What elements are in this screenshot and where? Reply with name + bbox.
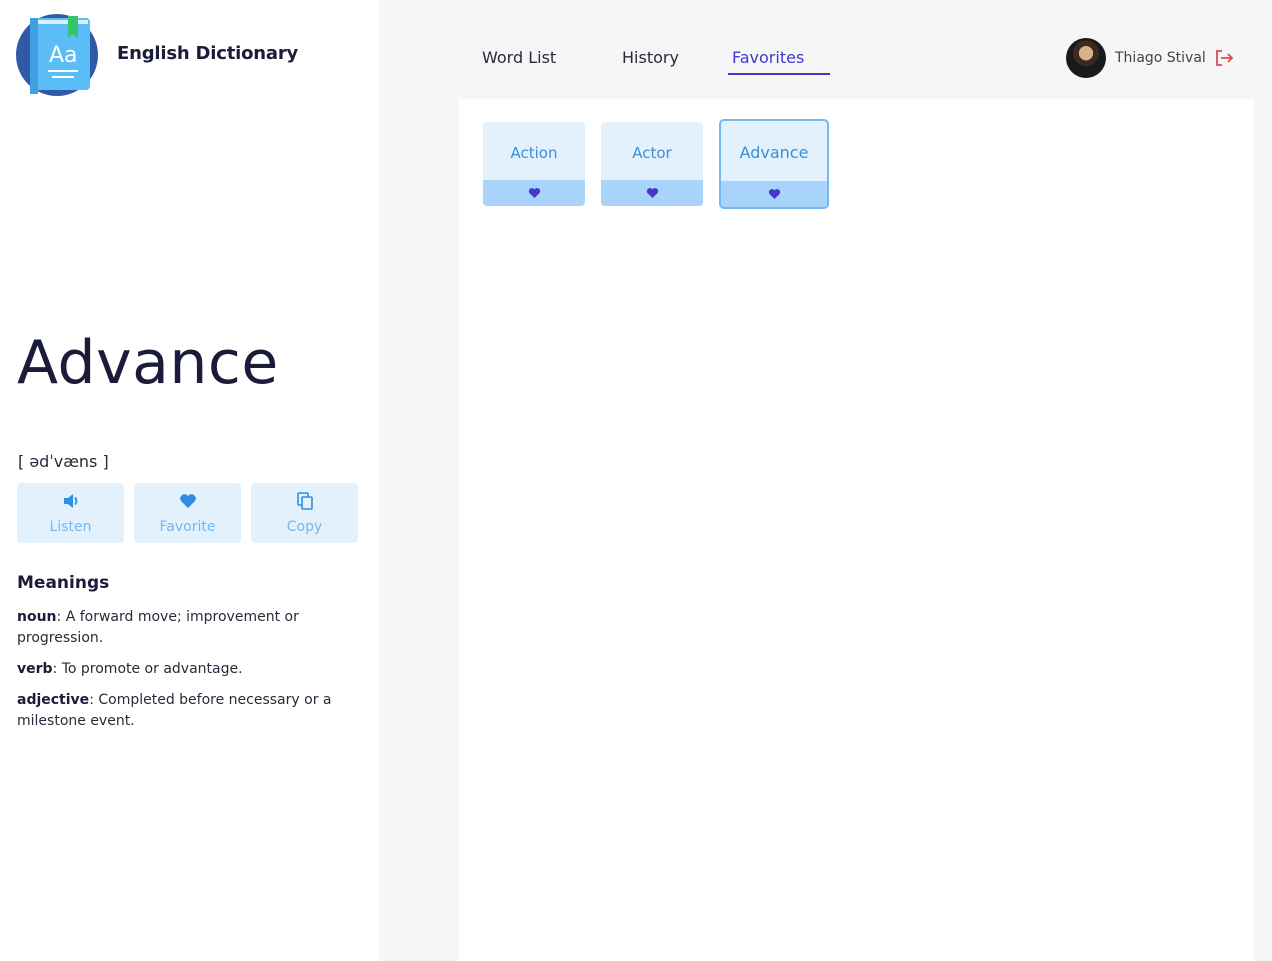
meanings-list: noun: A forward move; improvement or pro… xyxy=(17,607,347,742)
dictionary-book-icon[interactable]: Aa xyxy=(16,14,98,96)
card-word: Action xyxy=(510,144,558,162)
definition: : A forward move; improvement or progres… xyxy=(17,609,299,646)
definition: : To promote or advantage. xyxy=(52,661,243,677)
part-of-speech: adjective xyxy=(17,692,90,708)
card-word: Advance xyxy=(739,142,809,162)
sidebar: Aa English Dictionary Advance [ ədˈvæns … xyxy=(0,0,379,961)
tab-favorites[interactable]: Favorites xyxy=(727,48,831,75)
listen-button[interactable]: Listen xyxy=(17,483,124,543)
favorites-panel: Action Actor Advance xyxy=(459,99,1254,961)
svg-text:Aa: Aa xyxy=(49,43,78,68)
phonetic-text: [ ədˈvæns ] xyxy=(18,452,109,471)
word-actions: Listen Favorite Copy xyxy=(17,483,358,543)
tab-word-list[interactable]: Word List xyxy=(480,48,620,73)
heart-icon xyxy=(528,184,541,203)
favorite-button[interactable]: Favorite xyxy=(134,483,241,543)
logout-icon[interactable] xyxy=(1214,48,1234,68)
word-card[interactable]: Actor xyxy=(601,122,703,206)
avatar[interactable] xyxy=(1066,38,1106,78)
user-menu: Thiago Stival xyxy=(1066,38,1234,78)
main-nav: Word List History Favorites xyxy=(480,48,831,75)
meanings-heading: Meanings xyxy=(17,573,110,593)
heart-icon xyxy=(178,491,198,511)
card-favorite-toggle[interactable] xyxy=(601,180,703,206)
copy-label: Copy xyxy=(286,519,323,535)
meaning-item: verb: To promote or advantage. xyxy=(17,659,347,680)
listen-label: Listen xyxy=(49,519,92,535)
speaker-icon xyxy=(61,491,81,511)
meaning-item: noun: A forward move; improvement or pro… xyxy=(17,607,347,649)
favorite-label: Favorite xyxy=(159,519,216,535)
tab-history[interactable]: History xyxy=(620,48,730,73)
word-title: Advance xyxy=(17,328,279,398)
word-card-selected[interactable]: Advance xyxy=(719,119,829,209)
app-title: English Dictionary xyxy=(117,43,299,64)
part-of-speech: noun xyxy=(17,609,57,625)
card-favorite-toggle[interactable] xyxy=(721,181,827,207)
part-of-speech: verb xyxy=(17,661,53,677)
favorites-grid: Action Actor Advance xyxy=(483,119,829,209)
meaning-item: adjective: Completed before necessary or… xyxy=(17,690,347,732)
card-favorite-toggle[interactable] xyxy=(483,180,585,206)
word-card[interactable]: Action xyxy=(483,122,585,206)
heart-icon xyxy=(768,185,781,204)
heart-icon xyxy=(646,184,659,203)
copy-icon xyxy=(295,491,315,511)
copy-button[interactable]: Copy xyxy=(251,483,358,543)
user-name: Thiago Stival xyxy=(1115,50,1206,66)
card-word: Actor xyxy=(632,144,672,162)
